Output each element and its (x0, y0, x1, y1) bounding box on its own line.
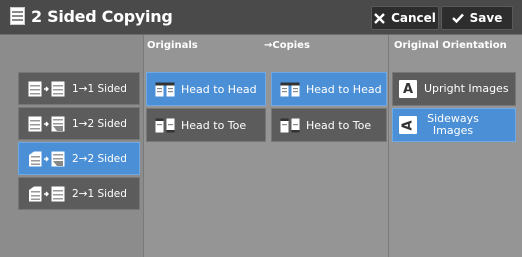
sideways-letter-icon: A (399, 116, 417, 134)
originals-heading: Originals (147, 40, 198, 51)
sided-option-label: 1→2 Sided (72, 117, 127, 130)
originals-option-label: Head to Toe (181, 118, 247, 132)
column-divider (388, 35, 389, 257)
upright-letter-icon: A (399, 80, 417, 98)
one-sided-to-two-sided-icon (28, 116, 65, 131)
save-button-label: Save (469, 11, 503, 25)
original-orientation-column (389, 35, 522, 257)
originals-option-label: Head to Head (181, 82, 257, 96)
two-sided-to-two-sided-icon (29, 151, 65, 166)
title-bar: 2 Sided Copying Cancel Save (0, 0, 522, 35)
head-to-toe-icon (280, 118, 300, 132)
originals-head-to-toe-button[interactable]: Head to Toe (146, 108, 266, 142)
two-sided-to-one-sided-icon (29, 186, 65, 201)
orientation-option-label: Sideways Images (427, 112, 479, 137)
head-to-head-icon (280, 82, 300, 96)
close-icon (374, 12, 385, 24)
sided-option-1-to-2[interactable]: 1→2 Sided (18, 107, 140, 140)
sided-option-label: 1→1 Sided (72, 82, 127, 95)
copies-option-label: Head to Head (306, 82, 382, 96)
copies-heading-label: Copies (272, 40, 310, 51)
copies-option-label: Head to Toe (306, 118, 372, 132)
head-to-toe-icon (155, 118, 175, 132)
sideways-letter: A (400, 119, 416, 131)
sided-option-2-to-2[interactable]: 2→2 Sided (18, 142, 140, 175)
sided-option-2-to-1[interactable]: 2→1 Sided (18, 177, 140, 210)
upright-images-button[interactable]: A Upright Images (392, 72, 516, 106)
copies-head-to-head-button[interactable]: Head to Head (271, 72, 387, 106)
sided-option-label: 2→1 Sided (72, 187, 127, 200)
orientation-option-label: Upright Images (424, 82, 509, 95)
originals-head-to-head-button[interactable]: Head to Head (146, 72, 266, 106)
cancel-button[interactable]: Cancel (371, 6, 439, 30)
save-button[interactable]: Save (441, 6, 513, 30)
column-divider (143, 35, 144, 257)
checkmark-icon (451, 13, 464, 23)
document-icon (10, 7, 25, 25)
cancel-button-label: Cancel (391, 11, 436, 25)
copies-heading: →Copies (264, 40, 310, 51)
page-title: 2 Sided Copying (31, 7, 173, 26)
orientation-settings-column (143, 35, 388, 257)
sided-option-1-to-1[interactable]: 1→1 Sided (18, 72, 140, 105)
head-to-head-icon (155, 82, 175, 96)
sided-option-label: 2→2 Sided (72, 152, 127, 165)
sideways-images-button[interactable]: A Sideways Images (392, 108, 516, 142)
one-sided-to-one-sided-icon (28, 81, 65, 96)
copies-head-to-toe-button[interactable]: Head to Toe (271, 108, 387, 142)
main-panel: 1→1 Sided 1→2 Sided 2→2 Sided 2→1 Sided … (0, 35, 522, 257)
original-orientation-heading: Original Orientation (394, 40, 507, 51)
